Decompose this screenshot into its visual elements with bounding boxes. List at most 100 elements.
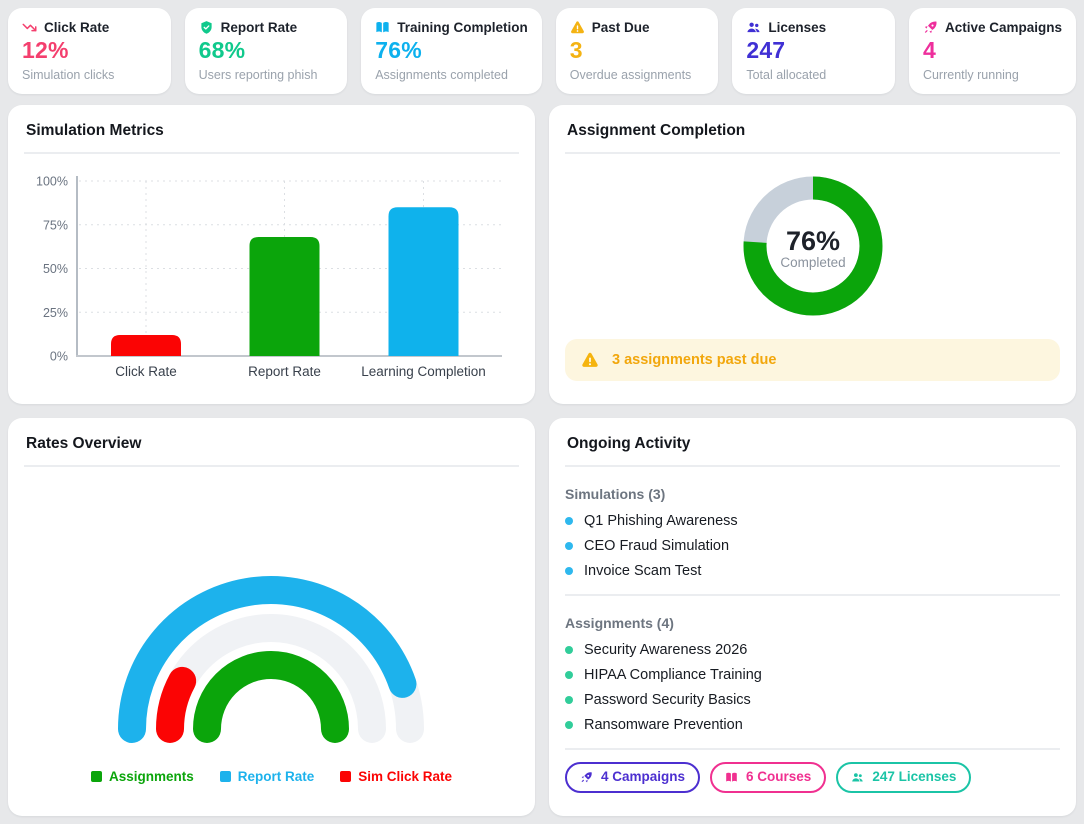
stat-card-licenses: Licenses247Total allocated	[732, 8, 895, 94]
users-icon	[851, 771, 864, 784]
bullet-icon	[565, 696, 573, 704]
divider	[565, 465, 1060, 467]
past-due-banner: 3 assignments past due	[565, 339, 1060, 381]
svg-text:25%: 25%	[43, 306, 68, 320]
divider	[565, 152, 1060, 154]
list-item-label: Password Security Basics	[584, 692, 751, 708]
list-item-password-security-basics: Password Security Basics	[565, 687, 1060, 712]
stat-value: 3	[570, 39, 705, 62]
legend-item-sim-click-rate: Sim Click Rate	[340, 769, 452, 784]
badge-label: 247 Licenses	[872, 768, 956, 787]
list-item-label: HIPAA Compliance Training	[584, 667, 762, 683]
stat-value: 68%	[199, 39, 334, 62]
stat-label-row: Past Due	[570, 20, 705, 35]
warning-icon	[570, 20, 585, 35]
svg-text:Learning Completion: Learning Completion	[361, 364, 486, 379]
panel-title-ongoing-activity: Ongoing Activity	[565, 418, 1060, 465]
svg-text:75%: 75%	[43, 218, 68, 232]
panel-ongoing-activity: Ongoing Activity Simulations (3)Q1 Phish…	[549, 418, 1076, 816]
panel-simulation-metrics: Simulation Metrics 0%25%50%75%100%Click …	[8, 105, 535, 404]
divider	[565, 748, 1060, 750]
stat-value: 247	[746, 39, 881, 62]
activity-lists: Simulations (3)Q1 Phishing AwarenessCEO …	[565, 486, 1060, 750]
book-open-icon	[725, 771, 738, 784]
legend-swatch-icon	[220, 771, 231, 782]
svg-text:Click Rate: Click Rate	[115, 364, 177, 379]
panel-title-assignment-completion: Assignment Completion	[565, 105, 1060, 152]
stat-label: Past Due	[592, 20, 650, 35]
stat-value: 76%	[375, 39, 528, 62]
stat-label: Training Completion	[397, 20, 528, 35]
stat-label-row: Licenses	[746, 20, 881, 35]
stat-label: Report Rate	[221, 20, 298, 35]
badge-4-campaigns[interactable]: 4 Campaigns	[565, 762, 700, 793]
rocket-icon	[580, 771, 593, 784]
trending-down-icon	[22, 20, 37, 35]
dashboard: Click Rate 12% Simulation clicks Report Rat…	[0, 0, 1084, 824]
list-item-label: CEO Fraud Simulation	[584, 538, 729, 554]
stat-card-active-campaigns: Active Campaigns 4 Currently running	[909, 8, 1076, 94]
shield-check-icon	[199, 20, 214, 35]
stat-caption: Simulation clicks	[22, 68, 157, 82]
stat-card-report-rate: Report Rate 68% Users reporting phish	[185, 8, 348, 94]
legend-item-report-rate: Report Rate	[220, 769, 315, 784]
list-item-security-awareness-2026: Security Awareness 2026	[565, 637, 1060, 662]
svg-text:Report Rate: Report Rate	[248, 364, 321, 379]
stat-label: Click Rate	[44, 20, 109, 35]
list-item-label: Security Awareness 2026	[584, 642, 747, 658]
stat-caption: Users reporting phish	[199, 68, 334, 82]
list-item-label: Q1 Phishing Awareness	[584, 513, 738, 529]
simulation-metrics-bar-chart: 0%25%50%75%100%Click RateReport RateLear…	[24, 160, 519, 398]
stat-caption: Assignments completed	[375, 68, 528, 82]
stat-caption: Currently running	[923, 68, 1062, 82]
stat-label-row: Report Rate	[199, 20, 334, 35]
list-item-ceo-fraud-simulation: CEO Fraud Simulation	[565, 533, 1060, 558]
badge-label: 4 Campaigns	[601, 768, 685, 787]
list-item-invoice-scam-test: Invoice Scam Test	[565, 558, 1060, 583]
stat-label-row: Click Rate	[22, 20, 157, 35]
stat-label: Licenses	[768, 20, 826, 35]
badge-label: 6 Courses	[746, 768, 811, 787]
legend-item-assignments: Assignments	[91, 769, 194, 784]
warning-icon	[581, 351, 599, 369]
panel-assignment-completion: Assignment Completion 76%Completed 3 ass…	[549, 105, 1076, 404]
badge-6-courses[interactable]: 6 Courses	[710, 762, 826, 793]
list-item-q1-phishing-awareness: Q1 Phishing Awareness	[565, 508, 1060, 533]
divider	[565, 594, 1060, 596]
list-item-label: Invoice Scam Test	[584, 563, 701, 579]
main-grid: Simulation Metrics 0%25%50%75%100%Click …	[8, 105, 1076, 816]
bullet-icon	[565, 721, 573, 729]
bullet-icon	[565, 567, 573, 575]
stat-card-click-rate: Click Rate 12% Simulation clicks	[8, 8, 171, 94]
assignment-completion-donut-chart: 76%Completed	[738, 171, 888, 321]
summary-badges: 4 Campaigns 6 Courses 247 Licenses	[565, 762, 1060, 793]
stat-caption: Overdue assignments	[570, 68, 705, 82]
stat-value: 4	[923, 39, 1062, 62]
stat-label: Active Campaigns	[945, 20, 1062, 35]
svg-text:100%: 100%	[36, 175, 68, 189]
svg-text:0%: 0%	[50, 350, 68, 364]
activity-section-header-assignments-4: Assignments (4)	[565, 615, 1060, 631]
legend-label: Report Rate	[238, 769, 315, 784]
stats-row: Click Rate 12% Simulation clicks Report Rat…	[8, 8, 1076, 91]
badge-247-licenses[interactable]: 247 Licenses	[836, 762, 971, 793]
legend-swatch-icon	[340, 771, 351, 782]
divider	[24, 465, 519, 467]
past-due-banner-text: 3 assignments past due	[612, 352, 776, 368]
list-item-hipaa-compliance-training: HIPAA Compliance Training	[565, 662, 1060, 687]
stat-card-past-due: Past Due 3 Overdue assignments	[556, 8, 719, 94]
users-icon	[746, 20, 761, 35]
book-open-icon	[375, 20, 390, 35]
gauge-legend: Assignments Report Rate Sim Click Rate	[24, 769, 519, 784]
svg-text:76%: 76%	[785, 226, 839, 256]
stat-label-row: Training Completion	[375, 20, 528, 35]
panel-title-simulation-metrics: Simulation Metrics	[24, 105, 519, 152]
rocket-icon	[923, 20, 938, 35]
legend-label: Sim Click Rate	[358, 769, 452, 784]
legend-label: Assignments	[109, 769, 194, 784]
bullet-icon	[565, 517, 573, 525]
panel-title-rates-overview: Rates Overview	[24, 418, 519, 465]
stat-card-training-completion: Training Completion 76% Assignments comple…	[361, 8, 542, 94]
stat-value: 12%	[22, 39, 157, 62]
bullet-icon	[565, 671, 573, 679]
